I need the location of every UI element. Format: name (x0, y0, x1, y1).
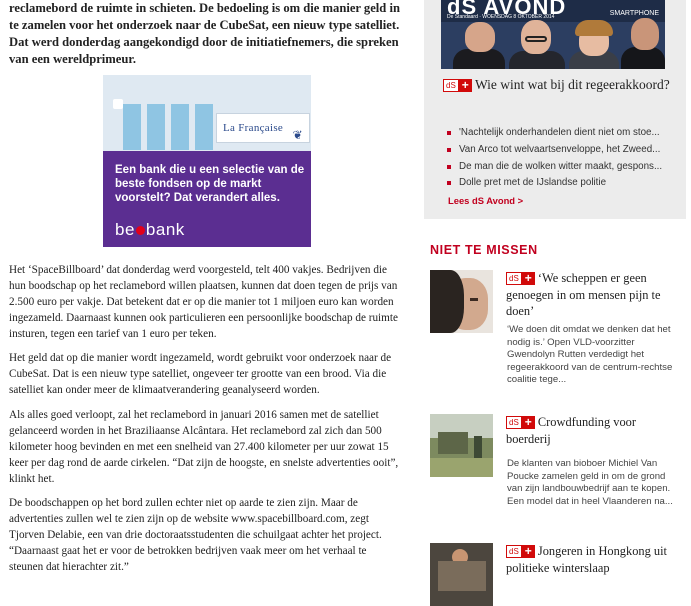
ds-badge-icon: dS (443, 79, 459, 92)
ad-bar-graphic (123, 104, 141, 150)
brand-dot-icon (135, 226, 145, 235)
article-paragraph: Het geld dat op die manier wordt ingezam… (9, 352, 392, 396)
teaser-title[interactable]: dS + Jongeren in Hongkong uit politieke w… (506, 543, 678, 576)
article-paragraph: Als alles goed verloopt, zal het reclame… (9, 409, 399, 485)
ad-partner-logo: La Française ❦ (216, 113, 310, 143)
ds-avond-headline-text: Wie wint wat bij dit regeerakkoord? (474, 77, 670, 92)
list-item[interactable]: De man die de wolken witter maakt, gespo… (447, 159, 679, 176)
ad-bar-graphic (195, 104, 213, 150)
ad-brand-logo: be bank (115, 220, 185, 240)
person-figure (621, 47, 665, 69)
read-ds-avond-link[interactable]: Lees dS Avond > (448, 195, 523, 206)
list-item-label: Van Arco tot welvaartsenveloppe, het Zwe… (459, 143, 661, 155)
teaser-title[interactable]: dS + ‘We scheppen er geen genoegen in om … (506, 270, 678, 320)
teaser-text: De klanten van bioboer Michiel Van Pouck… (507, 458, 673, 507)
ad-bar-graphic (147, 104, 165, 150)
article-column: reclamebord de ruimte in schieten. De be… (0, 0, 408, 579)
ds-badge-icon: dS (506, 416, 522, 429)
ad-headline: Een bank die u een selectie van de beste… (115, 164, 305, 204)
person-hair (430, 270, 464, 333)
bullet-icon (447, 131, 451, 135)
teaser-image[interactable] (430, 270, 493, 333)
crowd-shape (438, 561, 486, 591)
ds-badge-icon: dS (506, 272, 522, 285)
field-area (430, 458, 493, 477)
ad-visual: La Française ❦ (103, 75, 311, 151)
teaser-item[interactable]: dS + Jongeren in Hongkong uit politieke w… (430, 543, 688, 606)
teaser-item[interactable]: dS + ‘We scheppen er geen genoegen in om … (430, 270, 688, 390)
teaser-image[interactable] (430, 414, 493, 477)
list-item[interactable]: Van Arco tot welvaartsenveloppe, het Zwe… (447, 142, 679, 159)
list-item[interactable]: 'Nachtelijk onderhandelen dient niet om … (447, 125, 679, 142)
bullet-icon (447, 147, 451, 152)
tree-shape (438, 432, 468, 454)
cover-smartphone-label: SMARTPHONE (609, 10, 659, 17)
person-figure (453, 49, 505, 69)
ds-badge-icon: dS (506, 545, 522, 558)
ad-bar-graphic (171, 104, 189, 150)
person-hair (575, 20, 613, 36)
ad-tag-icon (113, 99, 123, 109)
ds-avond-box: dS AVOND De Standaard · WOENSDAG 8 OKTOB… (424, 0, 686, 219)
ds-avond-headline[interactable]: dS + Wie wint wat bij dit regeerakkoord? (443, 76, 673, 94)
plus-icon: + (458, 79, 472, 92)
person-face (465, 22, 495, 52)
ad-brand-pre: be (115, 220, 135, 239)
section-title: NIET TE MISSEN (430, 243, 538, 257)
advertisement-banner[interactable]: La Française ❦ Een bank die u een select… (103, 75, 311, 247)
teaser-item[interactable]: dS + Crowdfunding voor boerderij De klant… (430, 414, 688, 534)
teaser-title[interactable]: dS + Crowdfunding voor boerderij (506, 414, 678, 447)
teaser-image[interactable] (430, 543, 493, 606)
list-item-label: 'Nachtelijk onderhandelen dient niet om … (459, 127, 660, 138)
ad-brand-post: bank (145, 220, 185, 239)
list-item[interactable]: Dolle pret met de IJslandse politie (447, 175, 679, 192)
article-paragraph: De boodschappen op het bord zullen echte… (9, 497, 382, 573)
leaf-icon: ❦ (292, 128, 303, 142)
glasses-icon (525, 36, 547, 42)
bullet-icon (447, 181, 451, 186)
plus-icon: + (521, 272, 535, 285)
list-item-label: De man die de wolken witter maakt, gespo… (459, 160, 663, 172)
list-item-label: Dolle pret met de IJslandse politie (459, 177, 607, 189)
article-intro: reclamebord de ruimte in schieten. De be… (9, 1, 400, 66)
ds-avond-cover-image[interactable]: dS AVOND De Standaard · WOENSDAG 8 OKTOB… (441, 0, 665, 69)
plus-icon: + (521, 545, 535, 558)
person-face (631, 18, 659, 50)
teaser-text: ‘We doen dit omdat we denken dat het nod… (507, 324, 673, 386)
article-paragraph: Het ‘SpaceBillboard’ dat donderdag werd … (9, 264, 398, 340)
ds-avond-list: 'Nachtelijk onderhandelen dient niet om … (447, 125, 679, 192)
ad-partner-logo-text: La Française (223, 122, 284, 134)
bullet-icon (447, 164, 451, 169)
person-eye (470, 298, 478, 301)
sidebar: dS AVOND De Standaard · WOENSDAG 8 OKTOB… (418, 0, 691, 606)
plus-icon: + (521, 416, 535, 429)
